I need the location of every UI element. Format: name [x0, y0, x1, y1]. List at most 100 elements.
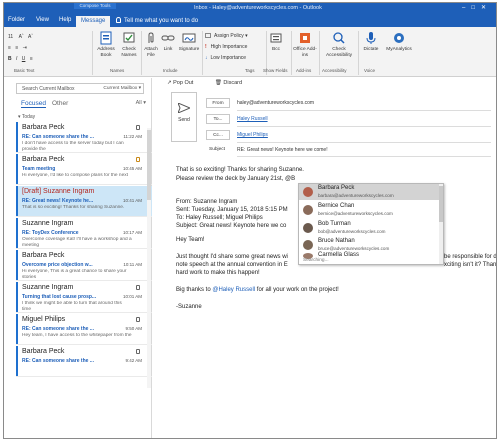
mail-preview: Hey team, I have access to the whitepape… — [22, 333, 132, 338]
accessibility-icon — [333, 32, 345, 44]
list-item[interactable]: Barbara Peck RE: Can someone share the .… — [16, 346, 152, 377]
bullets-icon[interactable]: ≡ — [8, 45, 11, 51]
grow-font-icon[interactable]: Aˆ — [19, 34, 24, 40]
check-names-label: Check Names — [121, 47, 137, 58]
pop-out-button[interactable]: ↗ Pop Out — [167, 80, 203, 86]
body-line: hard work to make this happen! — [176, 270, 260, 276]
other-tab[interactable]: Other — [52, 100, 68, 107]
suggestions-scrollbar[interactable] — [439, 184, 443, 264]
suggestion-item[interactable]: Bob Turman bob@adventureworkscycles.com — [299, 220, 440, 236]
list-item[interactable]: Miguel Philips RE: Can someone share the… — [16, 314, 152, 345]
scrollbar-thumb[interactable] — [439, 186, 443, 222]
signature-button[interactable]: Signature — [177, 31, 201, 53]
numbering-icon[interactable]: ≡ — [15, 45, 18, 51]
discard-button[interactable]: 🗑 Discard — [215, 80, 252, 86]
check-accessibility-button[interactable]: Check Accessibility — [321, 31, 357, 59]
low-importance-button[interactable]: ↓ Low Importance — [205, 55, 246, 61]
attach-file-button[interactable]: Attach File — [142, 31, 160, 59]
search-scope-label: Current Mailbox — [103, 86, 138, 91]
minimize-icon[interactable]: – — [462, 5, 471, 11]
lightbulb-icon — [116, 17, 121, 23]
mail-preview: I don't have access to the server today … — [22, 141, 124, 152]
assign-policy-button[interactable]: Assign Policy ▾ — [205, 33, 248, 39]
scrollbar-thumb[interactable] — [147, 130, 151, 200]
high-importance-button[interactable]: ! High Importance — [205, 44, 247, 50]
suggestion-email: bob@adventureworkscycles.com — [318, 229, 386, 234]
underline-icon[interactable]: U — [22, 56, 26, 62]
text-format-row[interactable]: B I U ≡ — [8, 56, 33, 62]
unread-bar — [16, 314, 18, 344]
policy-icon — [205, 33, 211, 38]
assign-policy-label: Assign Policy — [214, 33, 244, 39]
cc-button[interactable]: Cc... — [206, 130, 230, 140]
list-item[interactable]: Barbara Peck Team meeting 10:45 AM Hi ev… — [16, 154, 152, 185]
list-item[interactable]: Suzanne Ingram Turning that lost cause p… — [16, 282, 152, 313]
italic-icon[interactable]: I — [16, 56, 17, 62]
maximize-icon[interactable]: □ — [471, 5, 481, 11]
body-line: Hey Team! — [176, 237, 205, 243]
filter-dropdown[interactable]: All ▾ — [136, 100, 146, 106]
cc-field[interactable]: Miguel Philips — [237, 132, 268, 138]
bold-icon[interactable]: B — [8, 56, 12, 62]
tab-message[interactable]: Message — [76, 16, 111, 27]
ribbon: 11 Aˆ Aˇ ≡ ≡ ⇥ B I U ≡ Basic Text Addres… — [4, 27, 496, 77]
from-field[interactable]: haley@adventureworkscycles.com — [237, 100, 314, 106]
group-label-tags: Tags — [245, 68, 255, 73]
ribbon-separator — [319, 31, 320, 75]
search-box[interactable]: Search Current Mailbox Current Mailbox ▾ — [16, 83, 144, 94]
send-button[interactable]: Send — [171, 92, 197, 142]
mail-preview: That is so exciting! Thanks for sharing … — [22, 205, 125, 210]
mail-sender: Miguel Philips — [22, 316, 66, 323]
bcc-button[interactable]: Bcc — [268, 31, 284, 53]
suggestion-item[interactable]: Bernice Chan bernice@adventureworkscycle… — [299, 202, 440, 218]
mention-link[interactable]: @Haley Russell — [212, 287, 255, 293]
list-item[interactable]: Barbara Peck RE: Can someone share the .… — [16, 122, 152, 153]
from-button[interactable]: From — [206, 98, 230, 108]
indent-icon[interactable]: ⇥ — [23, 45, 27, 51]
shrink-font-icon[interactable]: Aˇ — [28, 34, 33, 40]
myanalytics-button[interactable]: MyAnalytics — [384, 31, 414, 53]
close-icon[interactable]: ✕ — [481, 5, 492, 11]
list-format-row[interactable]: ≡ ≡ ⇥ — [8, 45, 27, 51]
suggestion-name: Bob Turman — [318, 221, 351, 227]
list-item-selected[interactable]: [Draft] Suzanne Ingram RE: Great news! K… — [16, 186, 152, 217]
mail-sender: Suzanne Ingram — [22, 284, 74, 291]
window-controls[interactable]: –□✕ — [462, 4, 492, 11]
tab-view[interactable]: View — [36, 17, 49, 23]
check-names-button[interactable]: Check Names — [118, 31, 140, 59]
mail-time: 10:17 AM — [122, 230, 142, 235]
suggestion-item[interactable]: Bruce Nathan bruce@adventureworkscycles.… — [299, 237, 440, 253]
list-item[interactable]: Suzanne Ingram RE: ToyDex Conference 10:… — [16, 218, 152, 249]
to-field[interactable]: Haley Russell — [237, 116, 268, 122]
context-tab-compose-tools[interactable]: Compose Tools — [74, 3, 116, 9]
subject-field[interactable]: RE: Great news! Keynote here we come! — [237, 147, 328, 153]
address-book-button[interactable]: Address Book — [95, 31, 117, 59]
office-addins-label: Office Add-ins — [293, 47, 317, 58]
tab-help[interactable]: Help — [59, 17, 71, 23]
body-line: From: Suzanne Ingram — [176, 199, 238, 205]
subject-label: Subject — [209, 147, 225, 152]
body-line: Just thought I'd share some great news w… — [176, 254, 288, 260]
group-label-add-ins: Add-ins — [296, 68, 312, 73]
dictate-button[interactable]: Dictate — [360, 31, 382, 53]
group-label-include: Include — [163, 68, 178, 73]
link-button[interactable]: Link — [161, 31, 175, 53]
mail-preview: Hi everyone, This is a great chance to s… — [22, 269, 127, 280]
mail-subject: RE: Great news! Keynote he... — [22, 198, 94, 204]
align-icon[interactable]: ≡ — [30, 56, 33, 62]
search-input[interactable]: Search Current Mailbox — [22, 86, 75, 92]
list-item[interactable]: Barbara Peck Overcome price objection w.… — [16, 250, 152, 281]
tab-folder[interactable]: Folder — [8, 17, 25, 23]
window-title: Inbox - Haley@adventureworkscycles.com -… — [194, 5, 322, 11]
send-icon — [178, 103, 190, 113]
tell-me-box[interactable]: Tell me what you want to do — [116, 17, 198, 24]
suggestion-item[interactable]: Barbara Peck barbara@adventureworkscycle… — [299, 184, 440, 200]
mail-list-scrollbar[interactable] — [147, 128, 151, 388]
office-addins-button[interactable]: Office Add-ins — [293, 31, 317, 59]
to-button[interactable]: To... — [206, 114, 230, 124]
group-header-today[interactable]: ▾ Today — [18, 114, 35, 120]
search-scope-dropdown[interactable]: Current Mailbox ▾ — [103, 86, 141, 91]
font-size-box[interactable]: 11 Aˆ Aˇ — [8, 34, 33, 40]
focused-tab[interactable]: Focused — [21, 100, 46, 108]
paperclip-icon — [148, 32, 154, 43]
